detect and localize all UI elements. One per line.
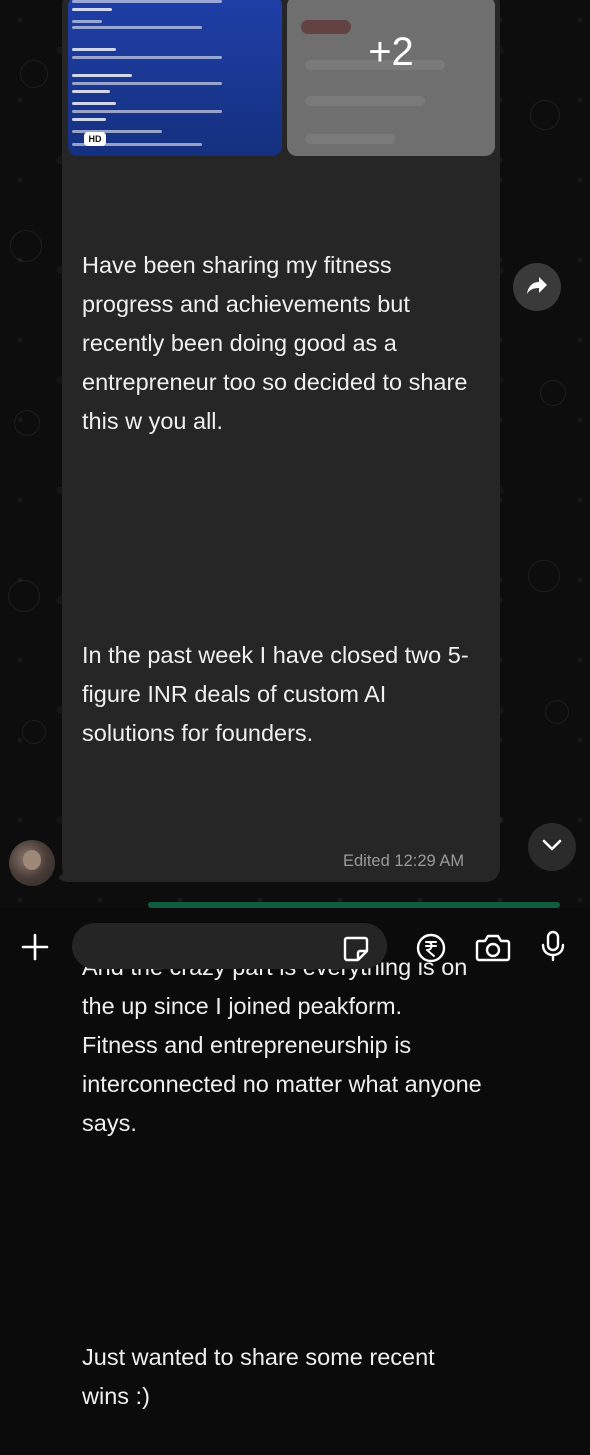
more-attachments-count[interactable]: +2 <box>287 30 495 75</box>
chevron-down-icon <box>542 838 562 856</box>
microphone-icon[interactable] <box>539 930 567 967</box>
message-paragraph: In the past week I have closed two 5-fig… <box>82 642 469 746</box>
forward-button[interactable] <box>513 263 561 311</box>
message-meta: Edited 12:29 AM <box>343 852 464 871</box>
avatar-face <box>23 850 41 870</box>
sticker-icon[interactable] <box>341 934 371 969</box>
message-input[interactable] <box>72 923 387 969</box>
message-paragraph: And the crazy part is everything is on t… <box>82 954 482 1136</box>
forward-icon <box>526 275 548 300</box>
scroll-to-bottom-button[interactable] <box>528 823 576 871</box>
message-text: Have been sharing my fitness progress an… <box>82 168 482 1455</box>
edited-label: Edited <box>343 852 390 870</box>
message-paragraph: Just wanted to share some recent wins :) <box>82 1344 442 1409</box>
avatar[interactable] <box>9 840 55 886</box>
message-paragraph: Have been sharing my fitness progress an… <box>82 252 474 434</box>
rupee-icon[interactable] <box>415 932 447 969</box>
message-time: 12:29 AM <box>394 852 465 870</box>
hd-badge: HD <box>84 132 106 146</box>
camera-icon[interactable] <box>475 932 511 967</box>
plus-icon[interactable] <box>20 932 50 967</box>
attachment-image-2[interactable] <box>287 0 495 156</box>
